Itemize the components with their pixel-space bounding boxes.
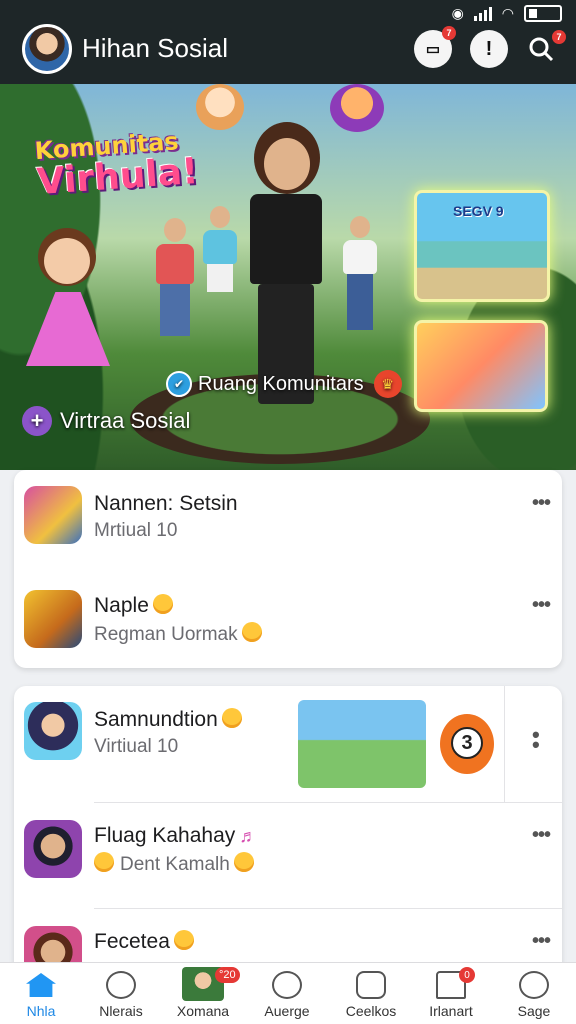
hero-banner[interactable]: Komunitas Virhula! SEGV 9 ✔ Ruang Komuni… [0, 84, 576, 470]
group-avatar [24, 486, 82, 544]
bird-icon: ✔ [166, 371, 192, 397]
nav-chat[interactable]: Ceelkos [330, 963, 412, 1024]
crown-icon: ♛ [373, 370, 402, 398]
search-button[interactable]: 7 [522, 30, 566, 68]
location-icon: ◉ [451, 5, 464, 21]
nav-label: Sage [517, 1003, 551, 1019]
smile-emoji-icon [221, 708, 242, 728]
hero-subtitle[interactable]: + Virtraa Sosial [22, 406, 190, 436]
hero-tag-label: Ruang Komunitars [198, 372, 364, 395]
messages-button[interactable]: ▭ 7 [414, 26, 456, 68]
person-white-shirt [338, 216, 382, 334]
search-badge: 7 [552, 30, 566, 44]
profile-avatar[interactable] [22, 24, 72, 74]
community-list-1: Nannen: Setsin Mrtiual 10 ••• Naple Regm… [14, 470, 562, 668]
thumbnail-group[interactable] [414, 320, 548, 412]
list-item[interactable]: Fluag Kahahay ♬ Dent Kamalh ••• [14, 814, 562, 904]
home-icon [26, 973, 56, 997]
count-badge: 3 [440, 714, 494, 774]
wifi-icon: ◠ [501, 5, 514, 21]
message-icon: ▭ [425, 41, 441, 58]
music-note-icon: ♬ [239, 826, 258, 846]
nav-label: Ceelkos [345, 1003, 397, 1019]
item-subtitle: Mrtiual 10 [94, 520, 178, 541]
face-icon [272, 971, 302, 999]
more-options-icon[interactable]: ••• [532, 824, 551, 847]
more-options-icon[interactable]: ••• [532, 594, 551, 617]
alert-icon: ! [485, 37, 493, 60]
nav-home[interactable]: Nhla [0, 963, 82, 1024]
nav-people[interactable]: Nlerais [80, 963, 162, 1024]
item-title: Fecetea [94, 930, 194, 954]
list-item[interactable]: Naple Regman Uormak ••• [14, 588, 562, 668]
nav-label: Auerge [264, 1003, 310, 1019]
mascot-left [196, 84, 244, 130]
item-subtitle: Virtiual 10 [94, 736, 179, 757]
person-teal-shirt [198, 206, 242, 316]
nav-label: Irlanart [429, 1003, 473, 1019]
item-title: Nannen: Setsin [94, 492, 238, 515]
bottom-navigation: Nhla Nlerais °20 Xomana Auerge Ceelkos 0… [0, 962, 576, 1024]
community-logo: Komunitas Virhula! [33, 127, 200, 204]
person-red-shirt [150, 218, 200, 338]
group-avatar [24, 702, 82, 760]
smile-emoji-icon [233, 852, 254, 872]
smile-emoji-icon [152, 594, 173, 614]
smile-emoji-icon [94, 852, 114, 872]
alert-button[interactable]: ! [470, 30, 508, 68]
nav-notifications[interactable]: 0 Irlanart [410, 963, 492, 1024]
smile-emoji-icon [241, 622, 262, 642]
more-options-icon[interactable]: ••• [532, 492, 551, 515]
user-avatar [24, 820, 82, 878]
mascot-right [330, 84, 384, 132]
item-subtitle: Regman Uormak [94, 622, 262, 646]
status-bar: ◉ ◠ [452, 2, 562, 24]
search-icon [529, 37, 554, 62]
nav-label: Nhla [26, 1003, 56, 1019]
item-title: Samnundtion [94, 708, 242, 732]
app-title: Hihan Sosial [82, 33, 228, 63]
list-item[interactable]: Samnundtion Virtiual 10 3 • • [14, 686, 562, 802]
signal-icon [473, 5, 492, 21]
nav-label: Nlerais [99, 1003, 143, 1019]
nav-label: Xomana [176, 1003, 230, 1019]
girl-pink-dress [22, 238, 114, 372]
plus-icon: + [22, 406, 52, 436]
item-title: Fluag Kahahay ♬ [94, 824, 258, 847]
item-title: Naple [94, 594, 173, 618]
nav-badge: °20 [215, 967, 240, 983]
divider [94, 802, 562, 803]
hero-subtitle-label: Virtraa Sosial [60, 408, 191, 433]
group-avatar [24, 590, 82, 648]
hero-tag[interactable]: ✔ Ruang Komunitars ♛ [166, 370, 402, 398]
person-icon [106, 971, 136, 999]
smile-emoji-icon [173, 930, 194, 950]
chat-icon [356, 971, 386, 999]
thumbnail-beach[interactable]: SEGV 9 [414, 190, 550, 302]
list-item[interactable]: Nannen: Setsin Mrtiual 10 ••• [14, 484, 562, 564]
battery-icon [524, 4, 562, 22]
vertical-more-icon[interactable]: • • [532, 724, 540, 756]
community-list-2: Samnundtion Virtiual 10 3 • • Fluag Kahah… [14, 686, 562, 986]
nav-profile[interactable]: Sage [492, 963, 576, 1024]
messages-badge: 7 [442, 26, 456, 40]
divider [94, 908, 562, 909]
divider [504, 686, 505, 802]
more-options-icon[interactable]: ••• [532, 930, 551, 953]
nav-stories[interactable]: °20 Xomana [162, 963, 244, 1024]
nav-reactions[interactable]: Auerge [246, 963, 328, 1024]
profile-icon [519, 971, 549, 999]
top-bar: ◉ ◠ Hihan Sosial ▭ 7 ! 7 [0, 0, 576, 84]
main-person [236, 138, 336, 408]
item-subtitle: Dent Kamalh [94, 852, 254, 876]
post-preview-image[interactable] [298, 700, 426, 788]
nav-badge: 0 [459, 967, 475, 983]
